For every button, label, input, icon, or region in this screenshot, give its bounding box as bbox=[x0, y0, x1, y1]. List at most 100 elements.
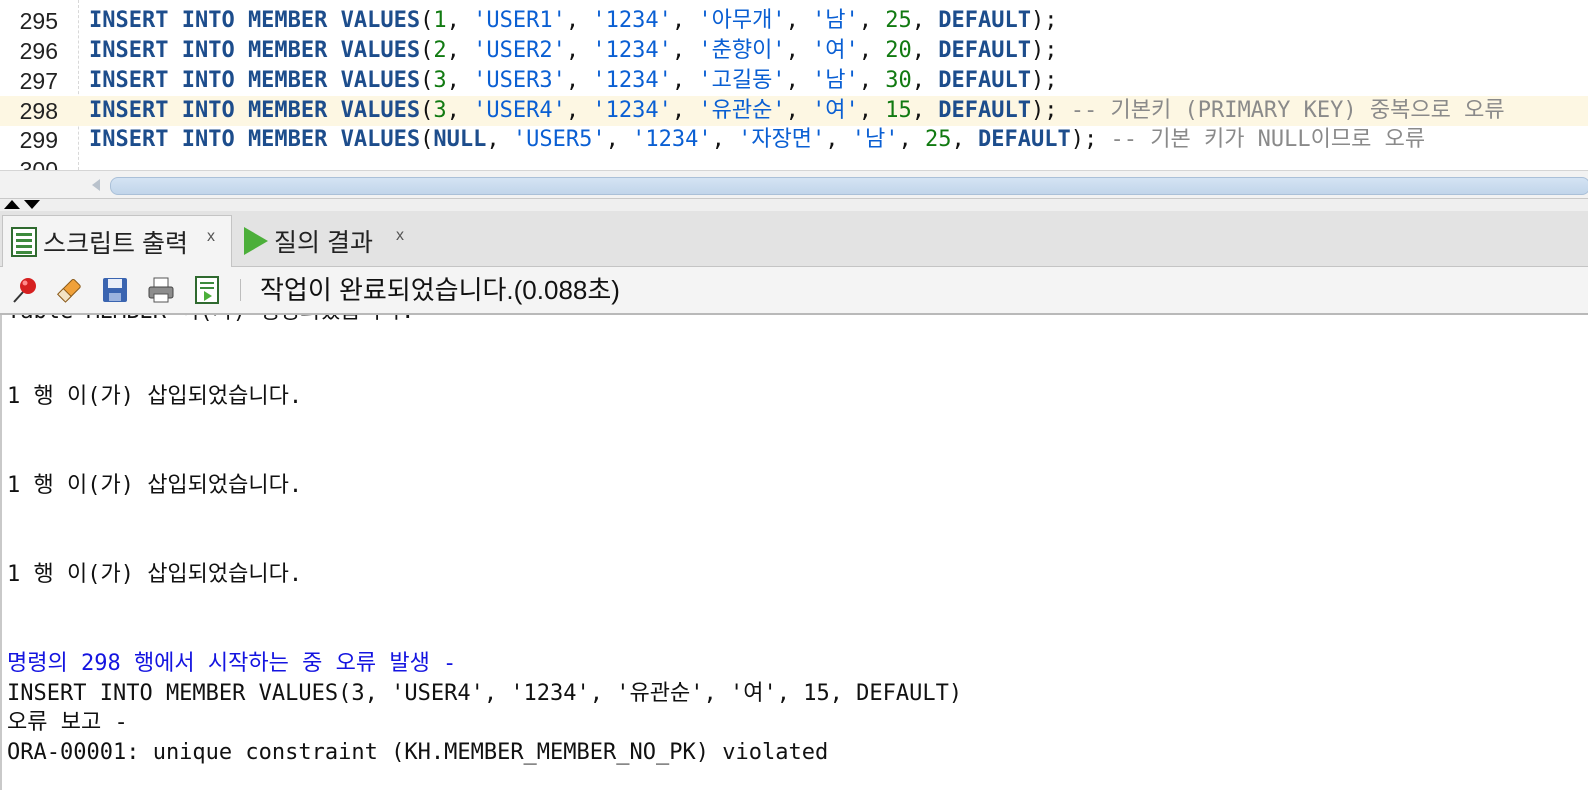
output-line: INSERT INTO MEMBER VALUES(3, 'USER4', '1… bbox=[7, 681, 963, 706]
code-token: INSERT INTO MEMBER VALUES bbox=[89, 98, 421, 123]
line-number: 299 bbox=[19, 127, 58, 153]
code-line[interactable]: 298 INSERT INTO MEMBER VALUES(3, 'USER4',… bbox=[0, 96, 1588, 126]
pin-icon[interactable] bbox=[8, 273, 42, 307]
output-tab-bar: 스크립트 출력 x 질의 결과 x bbox=[0, 211, 1588, 267]
code-token: , bbox=[911, 8, 939, 33]
code-token: 'USER3' bbox=[473, 68, 566, 93]
scroll-left-arrow-icon[interactable] bbox=[92, 179, 100, 191]
line-number: 300 bbox=[19, 157, 58, 170]
code-token: ( bbox=[420, 127, 434, 152]
script-output-panel[interactable]: Table MEMBER 이(가) 생성되었습니다. 1 행 이(가) 삽입되었… bbox=[0, 315, 1588, 790]
code-token: '춘향이' bbox=[698, 38, 786, 63]
tab-script-output[interactable]: 스크립트 출력 x bbox=[2, 215, 232, 267]
code-line[interactable]: 296 INSERT INTO MEMBER VALUES(2, 'USER2',… bbox=[0, 36, 1588, 66]
code-text[interactable]: INSERT INTO MEMBER VALUES(1, 'USER1', '1… bbox=[89, 6, 1058, 36]
code-token: , bbox=[605, 127, 633, 152]
code-token: , bbox=[671, 8, 699, 33]
output-line: 오류 보고 - bbox=[7, 710, 128, 735]
tab-script-output-label: 스크립트 출력 bbox=[43, 229, 188, 258]
collapse-up-icon[interactable] bbox=[4, 200, 20, 209]
code-token: 25 bbox=[885, 8, 912, 33]
code-token: 30 bbox=[885, 68, 912, 93]
toolbar-separator bbox=[240, 279, 241, 301]
output-line: ORA-00001: unique constraint (KH.MEMBER_… bbox=[7, 740, 829, 765]
code-line[interactable]: 300 bbox=[0, 155, 1588, 170]
code-token: , bbox=[858, 38, 886, 63]
code-token: 20 bbox=[885, 38, 912, 63]
code-token: '여' bbox=[812, 98, 859, 123]
code-text[interactable]: INSERT INTO MEMBER VALUES(2, 'USER2', '1… bbox=[89, 36, 1058, 66]
code-token: '1234' bbox=[632, 127, 712, 152]
code-token: , bbox=[671, 98, 699, 123]
code-token: , bbox=[911, 38, 939, 63]
tab-script-output-close-icon[interactable]: x bbox=[207, 228, 215, 246]
code-token: ); bbox=[1031, 8, 1058, 33]
code-token: , bbox=[858, 8, 886, 33]
code-token: , bbox=[446, 98, 474, 123]
code-token: '자장면' bbox=[738, 127, 826, 152]
code-text[interactable]: INSERT INTO MEMBER VALUES(NULL, 'USER5',… bbox=[89, 125, 1425, 155]
pane-splitter[interactable] bbox=[0, 198, 1588, 212]
code-token: DEFAULT bbox=[938, 68, 1032, 93]
code-line[interactable]: 295 INSERT INTO MEMBER VALUES(1, 'USER1',… bbox=[0, 6, 1588, 36]
code-line[interactable]: 299 INSERT INTO MEMBER VALUES(NULL, 'USER… bbox=[0, 125, 1588, 155]
code-token: , bbox=[446, 8, 474, 33]
line-number: 297 bbox=[19, 68, 58, 94]
code-token: NULL bbox=[433, 127, 487, 152]
code-token: ); bbox=[1031, 98, 1071, 123]
print-icon[interactable] bbox=[144, 273, 178, 307]
code-token: 'USER4' bbox=[473, 98, 566, 123]
code-token: '아무개' bbox=[698, 8, 786, 33]
code-comment: -- 기본키 (PRIMARY KEY) 중복으로 오류 bbox=[1070, 98, 1505, 123]
line-number: 296 bbox=[19, 38, 58, 64]
tab-query-result[interactable]: 질의 결과 x bbox=[238, 215, 418, 266]
code-token: , bbox=[671, 68, 699, 93]
code-token: '1234' bbox=[592, 98, 672, 123]
code-token: '유관순' bbox=[698, 98, 786, 123]
code-token: , bbox=[858, 98, 886, 123]
script-icon[interactable] bbox=[190, 273, 224, 307]
eraser-icon[interactable] bbox=[52, 273, 86, 307]
code-token: , bbox=[858, 68, 886, 93]
play-icon bbox=[244, 226, 268, 255]
code-text[interactable]: INSERT INTO MEMBER VALUES(3, 'USER3', '1… bbox=[89, 66, 1058, 96]
horizontal-scrollbar[interactable] bbox=[0, 170, 1588, 199]
code-token: , bbox=[785, 98, 813, 123]
code-token: , bbox=[446, 68, 474, 93]
save-icon[interactable] bbox=[98, 273, 132, 307]
code-token: , bbox=[446, 38, 474, 63]
code-token: ( bbox=[420, 68, 434, 93]
code-token: ); bbox=[1070, 127, 1111, 152]
code-token: 2 bbox=[433, 38, 447, 63]
code-token: INSERT INTO MEMBER VALUES bbox=[89, 127, 421, 152]
code-token: 'USER1' bbox=[473, 8, 566, 33]
code-token: , bbox=[911, 68, 939, 93]
script-output-icon bbox=[11, 226, 37, 257]
line-number: 298 bbox=[19, 98, 58, 124]
code-token: , bbox=[671, 38, 699, 63]
output-line: 1 행 이(가) 삽입되었습니다. bbox=[7, 562, 303, 587]
code-token: , bbox=[565, 98, 593, 123]
code-token: 25 bbox=[925, 127, 952, 152]
output-line: 1 행 이(가) 삽입되었습니다. bbox=[7, 384, 303, 409]
code-token: , bbox=[898, 127, 926, 152]
code-token: '여' bbox=[812, 38, 859, 63]
scrollbar-thumb[interactable] bbox=[110, 177, 1588, 195]
code-token: , bbox=[486, 127, 513, 152]
code-token: ); bbox=[1031, 38, 1058, 63]
code-text[interactable]: INSERT INTO MEMBER VALUES(3, 'USER4', '1… bbox=[89, 96, 1505, 126]
code-token: ( bbox=[420, 38, 434, 63]
code-token: DEFAULT bbox=[938, 38, 1032, 63]
code-token: , bbox=[785, 8, 813, 33]
code-token: '남' bbox=[812, 68, 859, 93]
code-token: DEFAULT bbox=[938, 98, 1032, 123]
collapse-down-icon[interactable] bbox=[24, 200, 40, 209]
sql-editor[interactable]: 295 INSERT INTO MEMBER VALUES(1, 'USER1',… bbox=[0, 0, 1588, 170]
code-token: ( bbox=[420, 98, 434, 123]
code-token: 15 bbox=[885, 98, 912, 123]
status-message: 작업이 완료되었습니다.(0.088초) bbox=[260, 275, 620, 305]
code-line[interactable]: 297 INSERT INTO MEMBER VALUES(3, 'USER3',… bbox=[0, 66, 1588, 96]
code-token: INSERT INTO MEMBER VALUES bbox=[89, 8, 421, 33]
tab-query-result-close-icon[interactable]: x bbox=[396, 227, 404, 245]
code-token: ); bbox=[1031, 68, 1058, 93]
